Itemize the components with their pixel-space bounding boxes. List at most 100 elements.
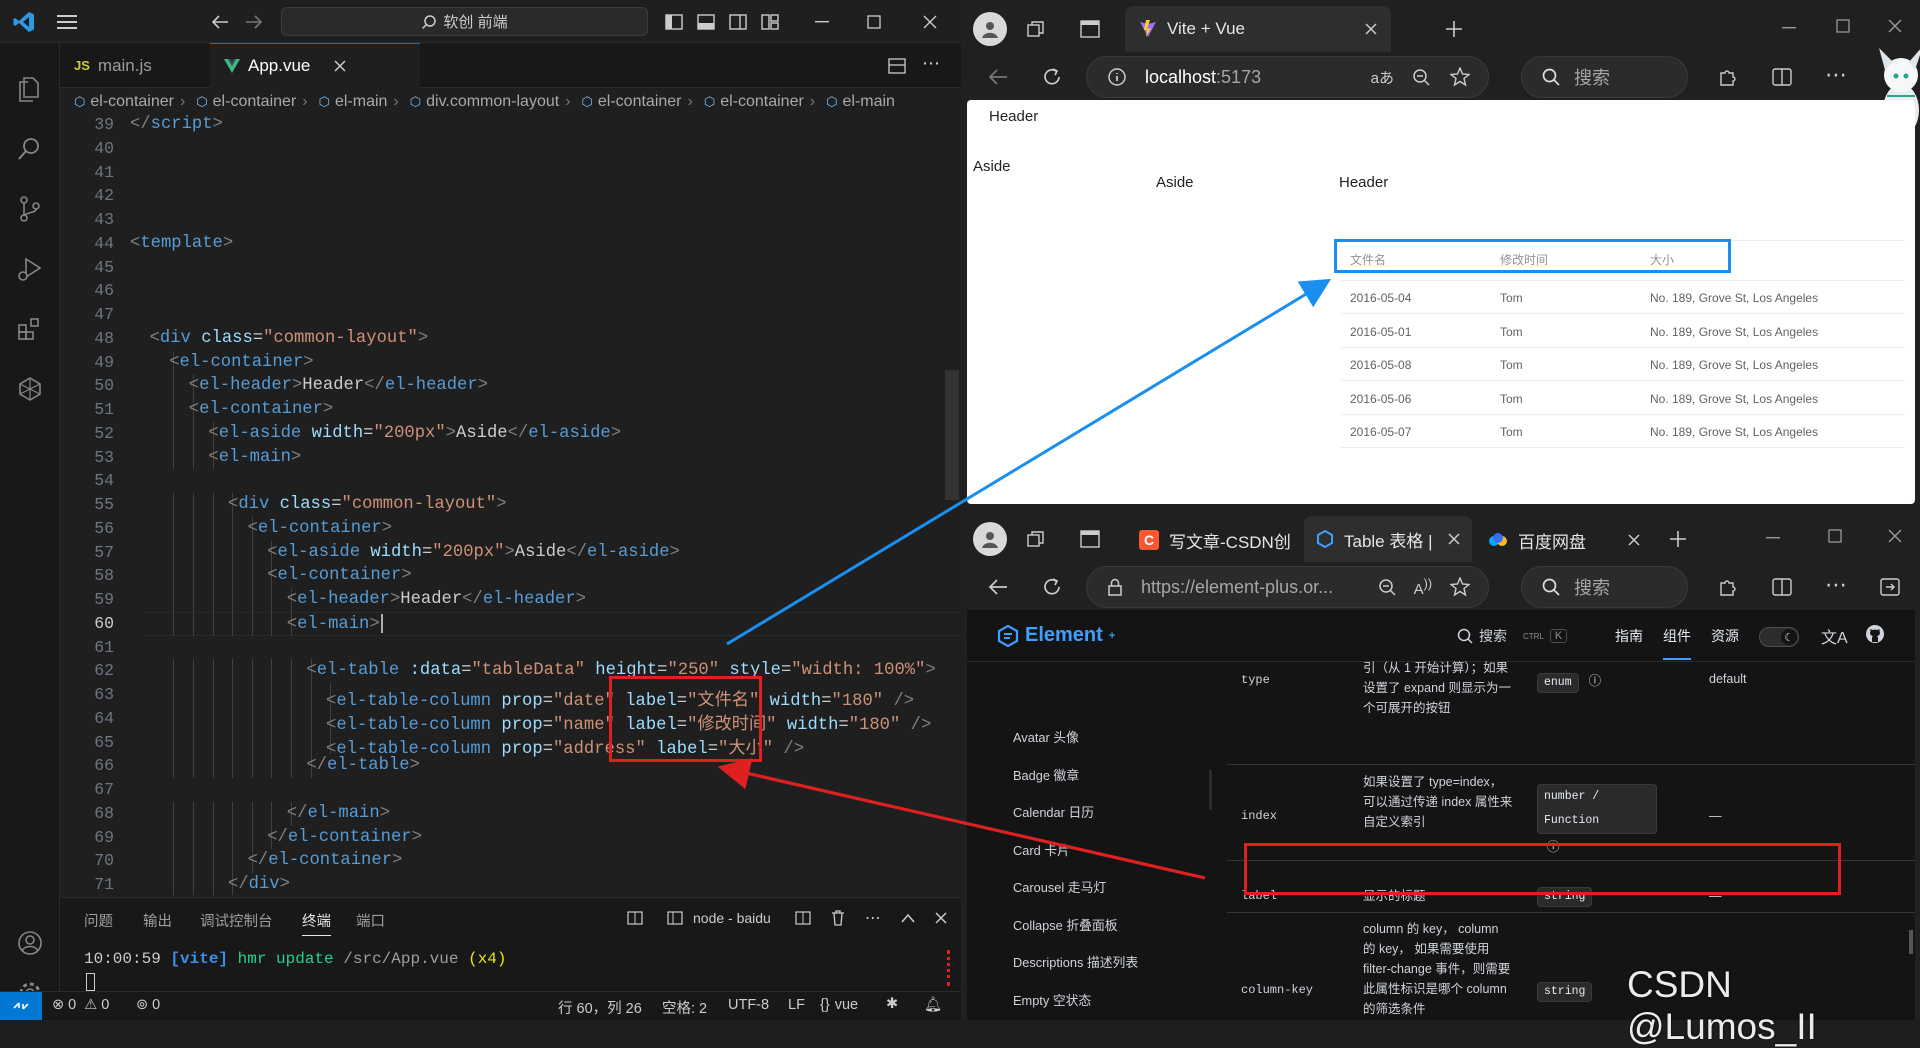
toggle-panel-icon[interactable]: [694, 10, 718, 34]
panel-tab[interactable]: 调试控制台: [200, 910, 273, 931]
browser-tab-vite[interactable]: Vite + Vue: [1125, 6, 1391, 52]
github-icon[interactable]: [1865, 624, 1885, 644]
more-actions-icon[interactable]: ⋯: [922, 53, 941, 74]
refresh-icon[interactable]: [1037, 62, 1067, 92]
maximize-icon[interactable]: [1831, 14, 1855, 38]
breadcrumb-item[interactable]: ⬡ el-container: [74, 93, 174, 111]
menu-icon[interactable]: [52, 8, 82, 36]
panel-tab[interactable]: 输出: [143, 910, 172, 931]
customize-layout-icon[interactable]: [758, 10, 782, 34]
settings-more-icon[interactable]: ⋯: [1825, 572, 1847, 598]
accounts-icon[interactable]: [0, 915, 60, 971]
browser-search-box[interactable]: 搜索: [1521, 56, 1688, 98]
breadcrumb-item[interactable]: › ⬡ el-main: [296, 93, 387, 111]
editor-scrollbar[interactable]: [945, 370, 959, 500]
address-bar[interactable]: https://element-plus.or... A)): [1086, 566, 1489, 608]
browser-tab-table-docs[interactable]: Table 表格 | Ele: [1304, 516, 1472, 562]
back-icon[interactable]: [983, 572, 1013, 602]
tab-app-vue[interactable]: App.vue: [210, 43, 420, 88]
tab-actions-icon[interactable]: [1075, 524, 1105, 554]
tab-close-icon[interactable]: [334, 60, 346, 72]
read-aloud-icon[interactable]: aあ: [1371, 67, 1394, 88]
cursor-position[interactable]: 行 60，列 26: [558, 997, 642, 1018]
tab-actions-icon[interactable]: [1075, 14, 1105, 44]
nav-guide[interactable]: 指南: [1615, 626, 1643, 646]
collections-icon[interactable]: [1021, 14, 1051, 44]
more-icon[interactable]: ⋯: [865, 908, 881, 928]
nav-resource[interactable]: 资源: [1711, 626, 1739, 646]
minimize-icon[interactable]: [1777, 16, 1801, 40]
profile-avatar-icon[interactable]: [973, 522, 1007, 556]
back-icon[interactable]: [983, 62, 1013, 92]
lock-icon[interactable]: [1107, 578, 1123, 596]
run-debug-icon[interactable]: [0, 241, 60, 297]
close-icon[interactable]: [1883, 524, 1907, 548]
page-scrollbar[interactable]: [1909, 930, 1913, 954]
refresh-icon[interactable]: [1037, 572, 1067, 602]
panel-tab[interactable]: 问题: [84, 910, 113, 931]
ports-status[interactable]: ⊚ 0: [136, 997, 160, 1013]
zoom-icon[interactable]: [1412, 68, 1430, 86]
split-screen-icon[interactable]: [1767, 572, 1797, 602]
sidebar-item[interactable]: Collapse 折叠面板: [1013, 915, 1118, 934]
close-icon[interactable]: [908, 10, 952, 34]
sidebar-item[interactable]: Calendar 日历: [1013, 802, 1094, 821]
translate-icon[interactable]: 文A: [1821, 624, 1848, 648]
sidebar-item[interactable]: Descriptions 描述列表: [1013, 952, 1138, 971]
extensions-puzzle-icon[interactable]: [1713, 572, 1743, 602]
breadcrumb-item[interactable]: › ⬡ el-container: [174, 93, 296, 111]
back-arrow-icon[interactable]: [208, 10, 232, 34]
new-tab-icon[interactable]: [1663, 524, 1693, 554]
terminal-name[interactable]: node - baidu: [693, 910, 771, 926]
address-bar[interactable]: localhost:5173 aあ: [1086, 56, 1489, 98]
minimize-icon[interactable]: [1761, 526, 1785, 550]
code-editor[interactable]: 39 </script> 40 41 42 43 44 <template> 45 46 47 48 <…: [60, 111, 961, 895]
maximize-icon[interactable]: [852, 10, 896, 34]
sidebar-item[interactable]: Card 卡片: [1013, 840, 1070, 859]
toggle-secondary-sidebar-icon[interactable]: [726, 10, 750, 34]
encoding-status[interactable]: UTF-8: [728, 997, 769, 1013]
browser-search-box[interactable]: 搜索: [1521, 566, 1688, 608]
breadcrumb-item[interactable]: › ⬡ el-container: [559, 93, 681, 111]
panel-tab[interactable]: 端口: [356, 910, 385, 931]
split-editor-icon[interactable]: [886, 56, 908, 76]
close-icon[interactable]: [1883, 14, 1907, 38]
element-plus-logo[interactable]: Element +: [997, 624, 1115, 647]
copilot-icon[interactable]: [0, 361, 60, 417]
favorite-star-icon[interactable]: [1450, 577, 1470, 597]
minimize-icon[interactable]: [800, 10, 844, 34]
read-aloud-icon[interactable]: A)): [1414, 577, 1432, 598]
explorer-icon[interactable]: [0, 61, 60, 117]
split-screen-icon[interactable]: [1767, 62, 1797, 92]
copilot-status-icon[interactable]: ✱: [886, 996, 898, 1012]
eol-status[interactable]: LF: [788, 997, 805, 1013]
forward-arrow-icon[interactable]: [242, 10, 266, 34]
breadcrumb-item[interactable]: › ⬡ el-container: [682, 93, 804, 111]
extensions-puzzle-icon[interactable]: [1713, 62, 1743, 92]
breadcrumb-item[interactable]: › ⬡ el-main: [804, 93, 895, 111]
source-control-icon[interactable]: [0, 181, 60, 237]
tab-close-icon[interactable]: [1365, 23, 1377, 35]
notifications-bell-icon[interactable]: 🔔︎: [924, 996, 942, 1013]
maximize-panel-icon[interactable]: [901, 913, 915, 923]
language-mode[interactable]: {} vue: [820, 997, 858, 1013]
settings-more-icon[interactable]: ⋯: [1825, 62, 1847, 88]
layout-icon[interactable]: [627, 911, 643, 925]
zoom-icon[interactable]: [1378, 578, 1396, 596]
toggle-primary-sidebar-icon[interactable]: [662, 10, 686, 34]
sidebar-item[interactable]: Badge 徽章: [1013, 765, 1079, 784]
browser-tab-baidu[interactable]: 百度网盘: [1476, 518, 1652, 562]
sidebar-item[interactable]: Avatar 头像: [1013, 727, 1079, 746]
maximize-icon[interactable]: [1823, 524, 1847, 548]
problems-status[interactable]: ⊗ 0 ⚠ 0: [52, 997, 109, 1013]
collections-icon[interactable]: [1021, 524, 1051, 554]
docs-search[interactable]: 搜索 CTRL K: [1457, 622, 1571, 650]
tab-close-icon[interactable]: [1628, 534, 1640, 546]
indentation-status[interactable]: 空格: 2: [662, 997, 707, 1018]
nav-component[interactable]: 组件: [1663, 626, 1691, 660]
trash-icon[interactable]: [831, 910, 845, 926]
dark-mode-toggle[interactable]: ☾: [1759, 627, 1799, 647]
profile-avatar-icon[interactable]: [973, 12, 1007, 46]
tab-main-js[interactable]: JS main.js: [60, 43, 205, 88]
extensions-icon[interactable]: [0, 301, 60, 357]
